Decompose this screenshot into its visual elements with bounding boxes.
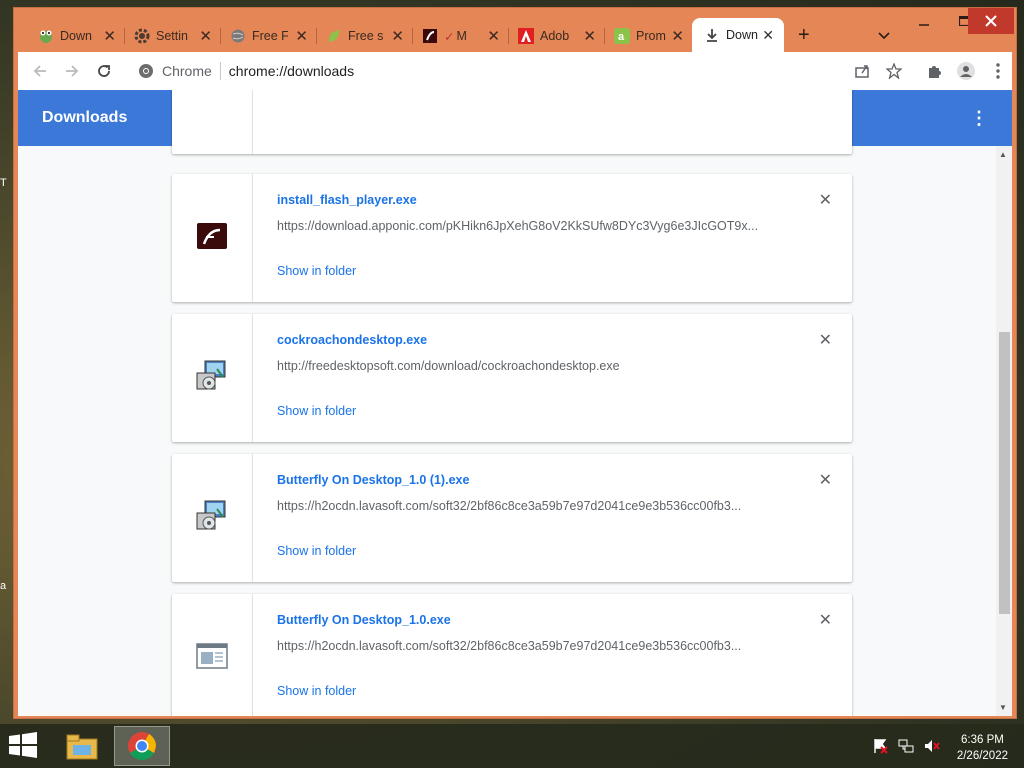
close-tab-icon[interactable]: ✕ (391, 27, 404, 45)
download-url[interactable]: https://download.apponic.com/pKHikn6JpXe… (277, 219, 777, 233)
tab-title: Prom (636, 29, 666, 43)
download-url[interactable]: https://h2ocdn.lavasoft.com/soft32/2bf86… (277, 499, 777, 513)
close-tab-icon[interactable]: ✕ (103, 27, 116, 45)
gear-icon (134, 28, 150, 44)
chrome-taskbar-icon[interactable] (114, 726, 170, 766)
leaf-icon (326, 28, 342, 44)
tab[interactable]: Settin ✕ (124, 24, 220, 48)
clock-time: 6:36 PM (961, 734, 1004, 746)
new-tab-button[interactable]: + (798, 24, 810, 47)
more-actions-icon[interactable]: ⋮ (970, 108, 988, 129)
omnibox-chip: Chrome (162, 63, 212, 79)
download-icon (704, 27, 720, 43)
tab-active[interactable]: Down ✕ (692, 18, 784, 52)
show-in-folder-link[interactable]: Show in folder (277, 264, 356, 278)
download-url[interactable]: https://h2ocdn.lavasoft.com/soft32/2bf86… (277, 639, 777, 653)
download-card: Butterfly On Desktop_1.0 (1).exe https:/… (172, 454, 852, 582)
download-card: cockroachondesktop.exe http://freedeskto… (172, 314, 852, 442)
tab[interactable]: Free s ✕ (316, 24, 412, 48)
flash-file-icon (196, 222, 228, 255)
taskbar: 6:36 PM 2/26/2022 (0, 724, 1024, 768)
close-window-button[interactable] (968, 8, 1014, 34)
tab-strip: Down ✕ Settin ✕ Free F ✕ Free s ✕ ✓ M ✕ … (14, 8, 1016, 52)
close-tab-icon[interactable]: ✕ (295, 27, 308, 45)
application-icon (196, 642, 228, 675)
desktop-icon-label: T (0, 177, 7, 189)
download-file-name[interactable]: cockroachondesktop.exe (277, 333, 427, 347)
remove-download-close-icon[interactable]: ✕ (819, 610, 832, 630)
forward-arrow-icon[interactable] (62, 61, 82, 81)
action-center-flag-icon[interactable] (872, 738, 888, 759)
download-card-partial (172, 90, 852, 154)
tab-title: Free s (348, 29, 384, 43)
volume-muted-icon[interactable] (924, 738, 940, 759)
a-letter-icon: a (614, 28, 630, 44)
checkmark-icon: ✓ (444, 29, 455, 44)
tab[interactable]: Free F ✕ (220, 24, 316, 48)
address-bar[interactable]: Chrome chrome://downloads (132, 57, 832, 85)
installer-icon (195, 359, 229, 398)
network-icon[interactable] (898, 738, 914, 759)
svg-text:a: a (618, 31, 625, 43)
desktop-icon-label: a (0, 580, 7, 592)
chrome-window: Down ✕ Settin ✕ Free F ✕ Free s ✕ ✓ M ✕ … (14, 8, 1016, 718)
close-tab-icon[interactable]: ✕ (762, 27, 774, 44)
share-icon[interactable] (852, 61, 872, 81)
tab[interactable]: Adob ✕ (508, 24, 604, 48)
adobe-icon (518, 28, 534, 44)
menu-kebab-icon[interactable] (988, 61, 1008, 81)
tab-title: Adob (540, 29, 570, 43)
close-tab-icon[interactable]: ✕ (671, 27, 684, 45)
tab[interactable]: ✓ M ✕ (412, 24, 508, 48)
scroll-up-arrow-icon[interactable]: ▲ (999, 150, 1007, 159)
tab[interactable]: a Prom ✕ (604, 24, 692, 48)
back-arrow-icon[interactable] (30, 61, 50, 81)
download-card: install_flash_player.exe https://downloa… (172, 174, 852, 302)
remove-download-close-icon[interactable]: ✕ (819, 470, 832, 490)
page-title: Downloads (42, 109, 128, 126)
frog-icon (38, 28, 54, 44)
scroll-down-arrow-icon[interactable]: ▼ (999, 703, 1007, 712)
show-in-folder-link[interactable]: Show in folder (277, 404, 356, 418)
browser-toolbar: Chrome chrome://downloads (18, 52, 1012, 90)
file-explorer-icon[interactable] (54, 726, 110, 766)
system-tray (872, 738, 940, 759)
extensions-puzzle-icon[interactable] (924, 61, 944, 81)
clock-date: 2/26/2022 (956, 750, 1008, 762)
download-file-name[interactable]: Butterfly On Desktop_1.0 (1).exe (277, 473, 469, 487)
chrome-logo-icon (138, 63, 154, 82)
tab-title: Settin (156, 29, 188, 43)
taskbar-clock[interactable]: 6:36 PM 2/26/2022 (957, 732, 1008, 764)
tab-title: Down (60, 29, 92, 43)
installer-icon (195, 499, 229, 538)
tab-title: M (456, 29, 467, 43)
page-scrollbar[interactable]: ▲ ▼ (996, 146, 1012, 716)
tab-title: Down (726, 28, 758, 42)
profile-avatar-icon[interactable] (956, 61, 976, 81)
tab[interactable]: Down ✕ (28, 24, 124, 48)
download-url[interactable]: http://freedesktopsoft.com/download/cock… (277, 359, 777, 373)
close-tab-icon[interactable]: ✕ (487, 27, 500, 45)
remove-download-close-icon[interactable]: ✕ (819, 190, 832, 210)
globe-icon (230, 28, 246, 44)
omnibox-url[interactable]: chrome://downloads (229, 63, 354, 79)
tab-search-chevron-icon[interactable] (878, 28, 890, 46)
show-in-folder-link[interactable]: Show in folder (277, 544, 356, 558)
downloads-page: Downloads ⋮ install_flash_player.exe htt… (18, 90, 1012, 716)
download-file-name[interactable]: Butterfly On Desktop_1.0.exe (277, 613, 451, 627)
close-tab-icon[interactable]: ✕ (583, 27, 596, 45)
download-file-name[interactable]: install_flash_player.exe (277, 193, 417, 207)
show-in-folder-link[interactable]: Show in folder (277, 684, 356, 698)
remove-download-close-icon[interactable]: ✕ (819, 330, 832, 350)
windows-start-icon[interactable] (8, 732, 38, 763)
tab-title: Free F (252, 29, 288, 43)
flash-icon (422, 28, 438, 44)
bookmark-star-icon[interactable] (884, 61, 904, 81)
scrollbar-thumb[interactable] (999, 332, 1010, 614)
close-tab-icon[interactable]: ✕ (199, 27, 212, 45)
reload-icon[interactable] (94, 61, 114, 81)
download-card: Butterfly On Desktop_1.0.exe https://h2o… (172, 594, 852, 716)
minimize-button[interactable] (904, 8, 944, 34)
